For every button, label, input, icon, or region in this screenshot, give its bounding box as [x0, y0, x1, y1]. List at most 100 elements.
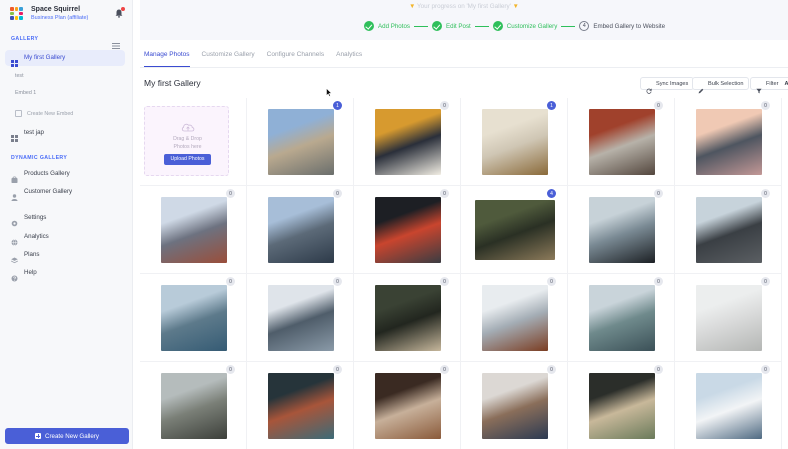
mountain-clouds-photo[interactable] — [696, 197, 762, 263]
plus-icon — [35, 433, 41, 439]
city-building-photo[interactable] — [161, 197, 227, 263]
photo-cell[interactable]: 0 — [568, 274, 675, 362]
sidebar-subitem-test[interactable]: test — [15, 73, 24, 79]
woman-forest-photo[interactable] — [375, 285, 441, 351]
car-wheel-photo[interactable] — [589, 197, 655, 263]
bulk-selection-button[interactable]: Bulk Selection — [692, 77, 750, 93]
coffee-cup-photo[interactable] — [375, 109, 441, 175]
tab-manage-photos[interactable]: Manage Photos — [140, 44, 194, 67]
castle-photo[interactable] — [268, 109, 334, 175]
photo-cell[interactable]: 0 — [568, 186, 675, 274]
photo-cell[interactable]: 0 — [140, 186, 247, 274]
building-up-photo[interactable] — [268, 373, 334, 439]
photo-cell[interactable]: 0 — [568, 362, 675, 449]
photo-cell[interactable]: 4 — [461, 186, 568, 274]
deer-forest-photo[interactable] — [475, 200, 555, 260]
sidebar-item-analytics[interactable]: Analytics — [5, 229, 125, 246]
photo-count-badge: 0 — [440, 189, 449, 198]
step-label: Embed Gallery to Website — [593, 22, 666, 30]
sidebar-item-help[interactable]: Help — [5, 265, 125, 282]
sidebar-item-products-gallery[interactable]: Products Gallery — [5, 166, 125, 183]
step-customize-gallery[interactable]: Customize Gallery — [492, 20, 557, 32]
drag-drop-line1: Drag & Drop — [173, 136, 202, 142]
photo-count-badge: 1 — [547, 101, 556, 110]
upload-photos-button[interactable]: Upload Photos — [164, 154, 211, 165]
photo-cell[interactable]: 0 — [247, 362, 354, 449]
photo-count-badge: 0 — [654, 277, 663, 286]
sidebar-item-my-first-gallery[interactable]: My first Gallery — [5, 50, 125, 67]
photo-cell[interactable]: 0 — [140, 274, 247, 362]
photo-count-badge: 0 — [226, 277, 235, 286]
photo-count-badge: 0 — [440, 365, 449, 374]
sync-images-button[interactable]: Sync Images — [640, 77, 695, 94]
filter-button[interactable]: Filter A — [750, 77, 788, 93]
photo-cell[interactable]: 0 — [461, 274, 568, 362]
sidebar-item-settings[interactable]: Settings — [5, 210, 125, 227]
sidebar-item-label: My first Gallery — [24, 54, 66, 61]
check-circle-icon — [432, 21, 442, 31]
tab-analytics[interactable]: Analytics — [332, 44, 366, 66]
horse-snow-photo[interactable] — [482, 285, 548, 351]
sidebar-collapse-icon[interactable] — [112, 36, 120, 49]
tram-street-photo[interactable] — [589, 109, 655, 175]
person-lake-photo[interactable] — [161, 285, 227, 351]
photo-count-badge: 0 — [654, 189, 663, 198]
brand-logo — [10, 7, 23, 20]
upload-cell: Drag & Drop Photos here Upload Photos — [140, 98, 247, 186]
step-embed-gallery[interactable]: 4 Embed Gallery to Website — [579, 20, 665, 32]
whiskey-glass-photo[interactable] — [482, 109, 548, 175]
sidebar-item-test-jap[interactable]: test jap — [5, 125, 125, 142]
brand[interactable]: Space Squirrel Business Plan (affiliate) — [10, 6, 128, 26]
photo-count-badge: 4 — [547, 189, 556, 198]
photo-grid: Drag & Drop Photos here Upload Photos 1 0… — [140, 98, 788, 449]
photo-cell[interactable]: 0 — [675, 274, 782, 362]
sidebar-item-label: Plans — [24, 251, 40, 258]
leather-tools-photo[interactable] — [375, 373, 441, 439]
sidebar-item-label: test jap — [24, 129, 44, 136]
pencil-icon — [698, 81, 704, 93]
photo-cell[interactable]: 0 — [675, 362, 782, 449]
car-night-photo[interactable] — [375, 197, 441, 263]
photo-cell[interactable]: 0 — [675, 186, 782, 274]
photo-cell[interactable]: 0 — [354, 274, 461, 362]
sync-images-label: Sync Images — [656, 80, 689, 87]
photo-cell[interactable]: 0 — [354, 98, 461, 186]
phone-food-photo[interactable] — [589, 373, 655, 439]
tab-customize-gallery[interactable]: Customize Gallery — [198, 44, 259, 66]
lake-sunset-photo[interactable] — [696, 109, 762, 175]
photo-cell[interactable]: 0 — [140, 362, 247, 449]
lake-mountain-photo[interactable] — [589, 285, 655, 351]
photo-count-badge: 0 — [226, 365, 235, 374]
step-connector — [561, 25, 576, 27]
photo-count-badge: 0 — [440, 277, 449, 286]
pointing-hand-icon: ▼ — [409, 3, 416, 10]
sidebar-item-label: Customer Gallery — [24, 188, 73, 195]
snow-mountain-photo[interactable] — [696, 373, 762, 439]
photo-cell[interactable]: 0 — [247, 186, 354, 274]
photo-cell[interactable]: 0 — [568, 98, 675, 186]
photo-cell[interactable]: 0 — [354, 186, 461, 274]
harbor-city-photo[interactable] — [268, 197, 334, 263]
tab-configure-channels[interactable]: Configure Channels — [263, 44, 328, 66]
clothes-rack-photo[interactable] — [482, 373, 548, 439]
photo-cell[interactable]: 0 — [247, 274, 354, 362]
photo-cell[interactable]: 0 — [354, 362, 461, 449]
bridge-fog-photo[interactable] — [161, 373, 227, 439]
photo-cell[interactable]: 0 — [675, 98, 782, 186]
photo-cell[interactable]: 0 — [461, 362, 568, 449]
sidebar-item-label: Products Gallery — [24, 170, 70, 177]
sidebar-subitem-embed-1[interactable]: Embed 1 — [15, 90, 36, 96]
person-icon — [11, 188, 18, 201]
photo-count-badge: 0 — [333, 189, 342, 198]
skyscraper-photo[interactable] — [268, 285, 334, 351]
photo-cell[interactable]: 1 — [247, 98, 354, 186]
sidebar-item-customer-gallery[interactable]: Customer Gallery — [5, 184, 125, 201]
tab-bar: Manage Photos Customize Gallery Configur… — [140, 44, 370, 67]
create-new-gallery-button[interactable]: Create New Gallery — [5, 428, 129, 444]
couple-snow-photo[interactable] — [696, 285, 762, 351]
upload-dropzone[interactable]: Drag & Drop Photos here Upload Photos — [144, 106, 229, 176]
sidebar-item-plans[interactable]: Plans — [5, 247, 125, 264]
step-add-photos[interactable]: Add Photos — [364, 20, 410, 32]
photo-cell[interactable]: 1 — [461, 98, 568, 186]
step-edit-post[interactable]: Edit Post — [432, 20, 471, 32]
